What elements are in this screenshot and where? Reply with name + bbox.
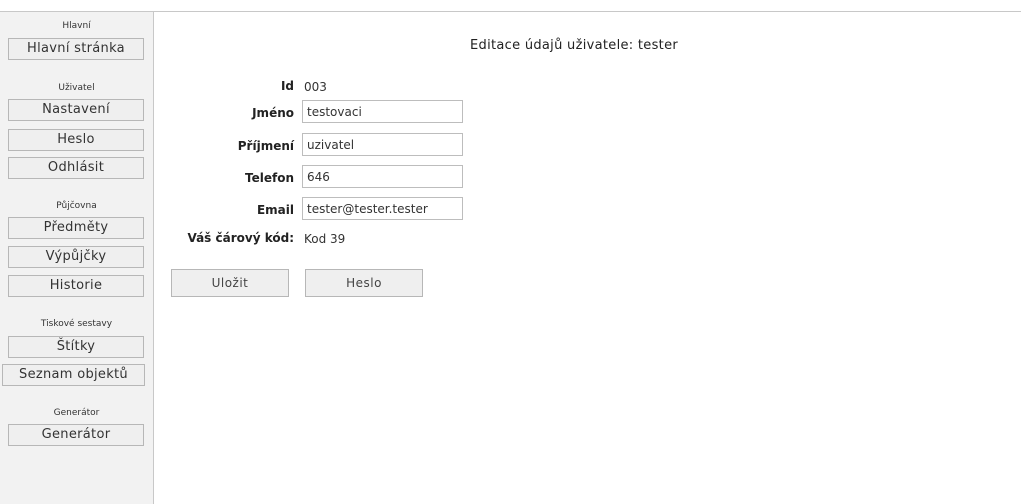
barcode-label: Váš čárový kód: [187, 231, 294, 245]
nav-button-generator[interactable]: Generátor [8, 424, 144, 446]
sidebar-nav: Hlavní Hlavní stránka Uživatel Nastavení… [0, 11, 154, 504]
nav-button-predmety[interactable]: Předměty [8, 217, 144, 239]
phone-input[interactable] [302, 165, 463, 188]
id-label: Id [280, 79, 294, 93]
last-name-label: Příjmení [237, 139, 294, 153]
nav-button-odhlasit[interactable]: Odhlásit [8, 157, 144, 179]
nav-button-stitky[interactable]: Štítky [8, 336, 144, 358]
first-name-label: Jméno [252, 106, 294, 120]
last-name-input[interactable] [302, 133, 463, 156]
phone-label: Telefon [245, 171, 294, 185]
barcode-value: Kod 39 [304, 232, 346, 246]
section-title-tiskove-sestavy: Tiskové sestavy [40, 319, 113, 329]
nav-button-seznam-objektu[interactable]: Seznam objektů [2, 364, 145, 386]
id-value: 003 [304, 80, 327, 94]
section-title-uzivatel: Uživatel [58, 83, 95, 93]
nav-button-hlavni-stranka[interactable]: Hlavní stránka [8, 38, 144, 60]
page-title: Editace údajů uživatele: tester [470, 38, 679, 53]
nav-button-heslo[interactable]: Heslo [8, 129, 144, 151]
email-label: Email [256, 203, 294, 217]
password-button[interactable]: Heslo [305, 269, 423, 297]
first-name-input[interactable] [302, 100, 463, 123]
save-button[interactable]: Uložit [171, 269, 289, 297]
section-title-generator: Generátor [53, 408, 100, 418]
section-title-hlavni: Hlavní [62, 21, 91, 31]
nav-button-nastaveni[interactable]: Nastavení [8, 99, 144, 121]
email-input[interactable] [302, 197, 463, 220]
section-title-pujcovna: Půjčovna [56, 201, 97, 211]
nav-button-vypujcky[interactable]: Výpůjčky [8, 246, 144, 268]
nav-button-historie[interactable]: Historie [8, 275, 144, 297]
